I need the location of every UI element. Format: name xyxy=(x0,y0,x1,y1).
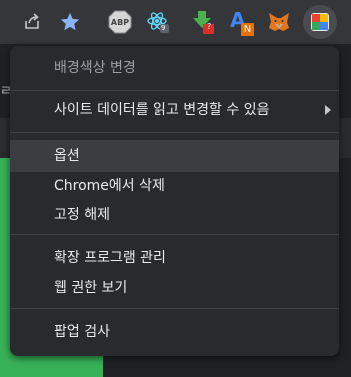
menu-item-site-data-permission[interactable]: 사이트 데이터를 읽고 변경할 수 있음 xyxy=(10,94,339,126)
menu-item-manage-extensions[interactable]: 확장 프로그램 관리 xyxy=(10,242,339,274)
active-extension-icon[interactable] xyxy=(303,5,337,39)
menu-separator xyxy=(10,90,339,91)
download-extension-icon[interactable]: ? xyxy=(188,7,218,37)
browser-toolbar: ABP 9 ? A N xyxy=(0,0,351,44)
share-icon[interactable] xyxy=(17,7,47,37)
menu-item-view-web-permissions[interactable]: 웹 권한 보기 xyxy=(10,272,339,304)
bookmark-star-icon[interactable] xyxy=(55,7,85,37)
extension-context-menu: 배경색상 변경 사이트 데이터를 읽고 변경할 수 있음 옵션 Chrome에서… xyxy=(10,46,339,356)
menu-item-remove-from-chrome[interactable]: Chrome에서 삭제 xyxy=(10,170,339,202)
menu-item-change-bg-color: 배경색상 변경 xyxy=(54,60,136,76)
download-extension-badge: ? xyxy=(207,22,212,31)
abp-extension-icon[interactable]: ABP xyxy=(105,7,135,37)
translate-extension-badge: N xyxy=(241,23,254,36)
menu-item-unpin[interactable]: 고정 해제 xyxy=(10,199,339,231)
menu-separator xyxy=(10,308,339,309)
translate-extension-icon[interactable]: A N xyxy=(226,7,256,37)
menu-separator xyxy=(10,234,339,235)
menu-separator xyxy=(10,132,339,133)
menu-item-inspect-popup[interactable]: 팝업 검사 xyxy=(10,316,339,348)
metamask-fox-icon[interactable] xyxy=(264,7,294,37)
react-devtools-badge: 9 xyxy=(161,24,166,32)
react-devtools-extension-icon[interactable]: 9 xyxy=(143,7,173,37)
abp-label: ABP xyxy=(110,17,130,27)
submenu-arrow-icon xyxy=(325,105,331,115)
menu-item-site-data-label: 사이트 데이터를 읽고 변경할 수 있음 xyxy=(54,102,270,118)
menu-item-options[interactable]: 옵션 xyxy=(10,140,339,172)
